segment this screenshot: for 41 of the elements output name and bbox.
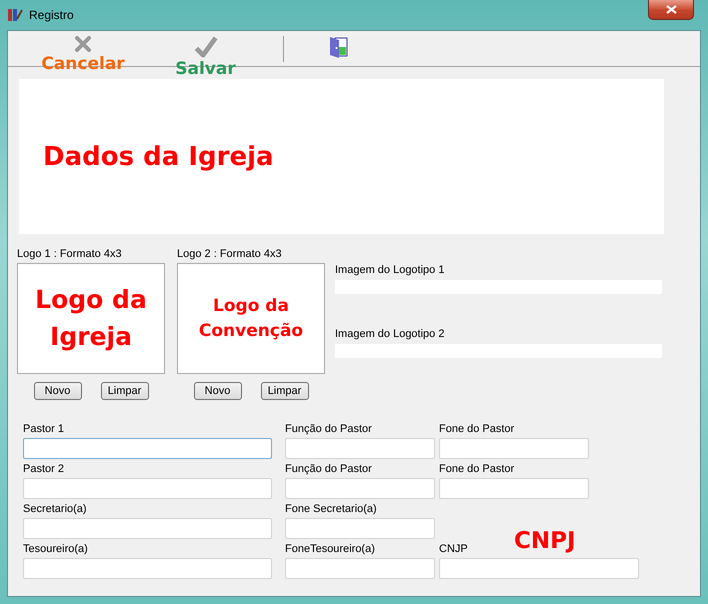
close-button[interactable] <box>648 0 694 20</box>
logo-placeholder-text: Logo da Convenção <box>198 294 304 342</box>
logo-label: Logo 2 : Formato 4x3 <box>177 247 283 261</box>
window-title: Registro <box>29 8 74 22</box>
close-icon <box>666 5 676 14</box>
field-label: Imagem do Logotipo 2 <box>335 327 446 341</box>
field-label: Pastor 1 <box>23 422 65 436</box>
field-label: Tesoureiro(a) <box>23 542 89 556</box>
input-field[interactable] <box>23 518 272 539</box>
app-icon <box>7 7 23 23</box>
field-label: CNJP <box>439 542 469 556</box>
logo-label: Logo 1 : Formato 4x3 <box>17 247 123 261</box>
field-label: Fone do Pastor <box>439 462 516 476</box>
note-text: CNPJ <box>514 528 576 554</box>
input-field[interactable] <box>23 558 272 579</box>
field-label: Função do Pastor <box>285 462 373 476</box>
field-label: Imagem do Logotipo 1 <box>335 263 446 277</box>
field-label: FoneTesoureiro(a) <box>285 542 376 556</box>
input-field[interactable] <box>439 558 639 579</box>
clear-button[interactable]: Limpar <box>100 382 148 400</box>
close-icon <box>74 35 92 53</box>
input-field[interactable] <box>285 478 435 499</box>
field-label: Secretario(a) <box>23 502 88 516</box>
input-field[interactable] <box>439 478 589 499</box>
door-icon <box>329 35 349 59</box>
new-button[interactable]: Novo <box>194 382 242 400</box>
input-field[interactable] <box>285 518 435 539</box>
logo-placeholder-text: Logo da Igreja <box>34 284 148 352</box>
field-label: Fone do Pastor <box>439 422 516 436</box>
input-field[interactable] <box>439 438 589 459</box>
field-label: Fone Secretario(a) <box>285 502 378 516</box>
clear-button[interactable]: Limpar <box>260 382 308 400</box>
field-label: Função do Pastor <box>285 422 373 436</box>
field-label: Pastor 2 <box>23 462 65 476</box>
input-field[interactable] <box>23 438 272 459</box>
input-field[interactable] <box>285 558 435 579</box>
input-field[interactable] <box>285 438 435 459</box>
header-title: Dados da Igreja <box>43 142 274 172</box>
checkmark-icon <box>194 35 218 58</box>
input-field[interactable] <box>23 478 272 499</box>
new-button[interactable]: Novo <box>34 382 82 400</box>
